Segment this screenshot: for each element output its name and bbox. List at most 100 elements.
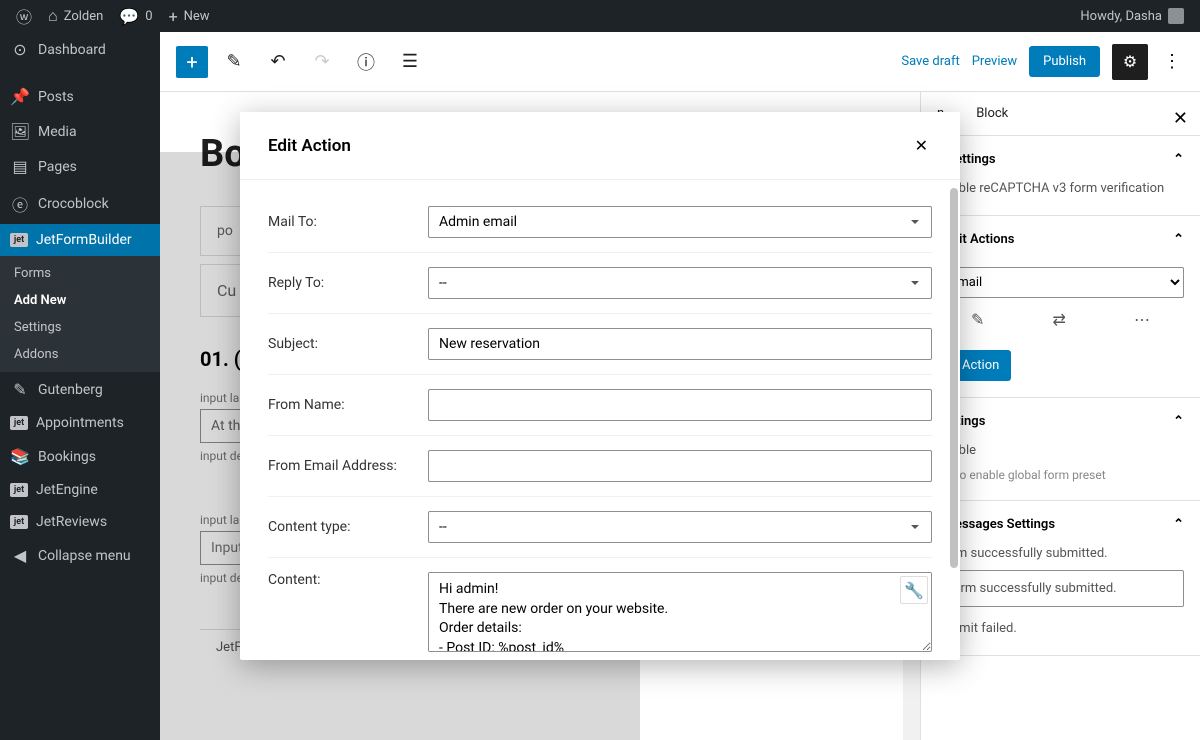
edit-action-icon[interactable]: ✎ [971, 308, 984, 332]
settings-button[interactable]: ⚙ [1112, 44, 1148, 80]
pencil-icon: ✎ [226, 51, 241, 72]
menu-bookings[interactable]: 📚 Bookings [0, 439, 160, 474]
pin-icon: 📌 [10, 87, 30, 106]
menu-label: Bookings [38, 449, 96, 465]
outline-button[interactable]: ☰ [392, 44, 428, 80]
message-input[interactable]: Form successfully submitted. [937, 570, 1184, 608]
redo-button[interactable]: ↷ [304, 44, 340, 80]
menu-media[interactable]: 🖼 Media [0, 114, 160, 149]
site-name[interactable]: ⌂Zolden [40, 0, 111, 32]
panel-messages: l Messages Settings⌃ Form successfully s… [921, 501, 1200, 656]
from-name-input[interactable] [428, 389, 932, 421]
reply-to-select[interactable]: -- [428, 267, 932, 299]
menu-jetengine[interactable]: jetJetEngine [0, 474, 160, 506]
panel-captcha: a Settings⌃ Enable reCAPTCHA v3 form ver… [921, 136, 1200, 216]
inspector-close-button[interactable]: ✕ [1169, 104, 1192, 133]
menu-appointments[interactable]: jetAppointments [0, 407, 160, 439]
content-label: Content: [268, 572, 428, 588]
inspector-tabs: n Block ✕ [921, 92, 1200, 136]
howdy-text: Howdy, Dasha [1080, 9, 1162, 24]
reply-to-label: Reply To: [268, 275, 428, 291]
editor-toolbar: + ✎ ↶ ↷ ⓘ ☰ Save draft Preview Publish ⚙… [160, 32, 1200, 92]
wordpress-icon: ⓦ [16, 4, 32, 28]
mail-to-label: Mail To: [268, 214, 428, 230]
content-type-select[interactable]: -- [428, 511, 932, 543]
wrench-icon: 🔧 [904, 581, 924, 600]
content-textarea[interactable] [428, 572, 932, 652]
panel-toggle[interactable]: Settings⌃ [937, 414, 1184, 429]
menu-label: Dashboard [38, 42, 106, 58]
kebab-icon: ⋮ [1163, 51, 1181, 72]
panel-toggle[interactable]: a Settings⌃ [937, 152, 1184, 167]
menu-crocoblock[interactable]: ⓔCrocoblock [0, 184, 160, 224]
menu-label: JetFormBuilder [36, 232, 132, 248]
media-icon: 🖼 [10, 122, 30, 141]
menu-collapse[interactable]: ◀Collapse menu [0, 538, 160, 573]
modal-close-button[interactable]: ✕ [911, 132, 932, 159]
action-type-select[interactable]: Email [937, 267, 1184, 298]
comments[interactable]: 💬0 [111, 0, 160, 32]
macros-button[interactable]: 🔧 [900, 576, 928, 604]
wp-logo[interactable]: ⓦ [8, 0, 40, 32]
menu-jetreviews[interactable]: jetJetReviews [0, 506, 160, 538]
comment-icon: 💬 [119, 7, 139, 26]
menu-label: Gutenberg [38, 382, 103, 398]
chevron-up-icon: ⌃ [1173, 517, 1184, 532]
submenu-addons[interactable]: Addons [0, 341, 160, 368]
subject-label: Subject: [268, 336, 428, 352]
info-icon: ⓘ [357, 49, 375, 75]
home-icon: ⌂ [48, 6, 58, 26]
menu-label: Media [38, 124, 77, 140]
edit-action-modal: Edit Action ✕ Mail To: Admin email Reply… [240, 112, 960, 660]
edit-mode-button[interactable]: ✎ [216, 44, 252, 80]
mail-to-select[interactable]: Admin email [428, 206, 932, 238]
save-draft-button[interactable]: Save draft [901, 54, 959, 69]
shuffle-icon[interactable]: ⇄ [1053, 308, 1066, 332]
from-name-label: From Name: [268, 397, 428, 413]
add-block-button[interactable]: + [176, 46, 208, 78]
inspector-sidebar: n Block ✕ a Settings⌃ Enable reCAPTCHA v… [920, 92, 1200, 740]
gutenberg-icon: ✎ [10, 380, 30, 399]
message-label: Submit failed. [937, 619, 1184, 639]
preview-button[interactable]: Preview [972, 54, 1017, 69]
plus-icon: + [186, 50, 197, 74]
submenu-settings[interactable]: Settings [0, 314, 160, 341]
panel-toggle[interactable]: ibmit Actions⌃ [937, 232, 1184, 247]
admin-bar: ⓦ ⌂Zolden 💬0 +New Howdy, Dasha [0, 0, 1200, 32]
collapse-icon: ◀ [10, 546, 30, 565]
menu-gutenberg[interactable]: ✎ Gutenberg [0, 372, 160, 407]
more-icon[interactable]: ⋯ [1134, 308, 1150, 332]
from-email-input[interactable] [428, 450, 932, 482]
enable-label: Enable [937, 441, 1184, 461]
menu-posts[interactable]: 📌Posts [0, 79, 160, 114]
modal-scrollbar[interactable] [950, 188, 958, 628]
tab-block[interactable]: Block [960, 92, 1024, 135]
bookings-icon: 📚 [10, 447, 30, 466]
menu-label: Appointments [36, 415, 124, 431]
undo-button[interactable]: ↶ [260, 44, 296, 80]
menu-dashboard[interactable]: ⊙ Dashboard [0, 32, 160, 67]
panel-body: Enable reCAPTCHA v3 form verification [937, 179, 1184, 199]
my-account[interactable]: Howdy, Dasha [1072, 0, 1192, 32]
gear-icon: ⚙ [1123, 52, 1137, 71]
subject-input[interactable] [428, 328, 932, 360]
dashboard-icon: ⊙ [10, 40, 30, 59]
admin-sidebar: ⊙ Dashboard 📌Posts 🖼 Media ▤Pages ⓔCrocobl… [0, 32, 160, 740]
jet-icon: jet [10, 515, 28, 529]
submenu-add-new[interactable]: Add New [0, 287, 160, 314]
panel-toggle[interactable]: l Messages Settings⌃ [937, 517, 1184, 532]
new-content[interactable]: +New [161, 0, 218, 32]
panel-preset: Settings⌃ Enable his to enable global fo… [921, 398, 1200, 502]
menu-pages[interactable]: ▤Pages [0, 149, 160, 184]
new-label: New [184, 9, 210, 24]
info-button[interactable]: ⓘ [348, 44, 384, 80]
menu-jetformbuilder[interactable]: jetJetFormBuilder [0, 224, 160, 256]
more-menu-button[interactable]: ⋮ [1160, 44, 1184, 80]
chevron-up-icon: ⌃ [1173, 232, 1184, 247]
publish-button[interactable]: Publish [1029, 46, 1100, 77]
panel-submit-actions: ibmit Actions⌃ Email ✎ ⇄ ⋯ w Action [921, 216, 1200, 398]
modal-title: Edit Action [268, 136, 351, 156]
submenu-forms[interactable]: Forms [0, 260, 160, 287]
content-type-label: Content type: [268, 519, 428, 535]
jet-icon: jet [10, 483, 28, 497]
